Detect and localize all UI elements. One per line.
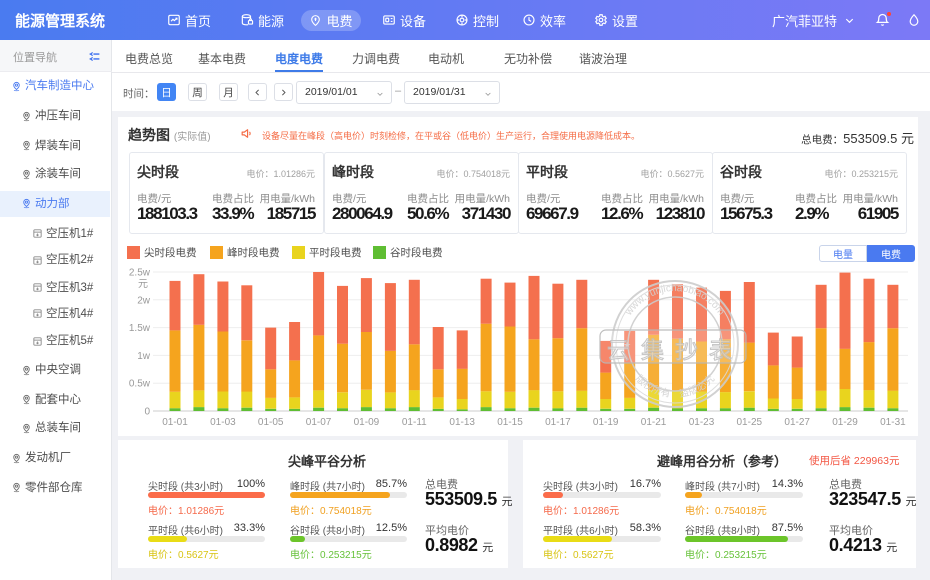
svg-text:01-23: 01-23: [689, 417, 715, 428]
svg-text:01-09: 01-09: [354, 417, 380, 428]
svg-text:1w: 1w: [137, 351, 151, 362]
svg-text:0.5w: 0.5w: [129, 379, 151, 390]
svg-text:01-15: 01-15: [497, 417, 523, 428]
svg-text:云集抄表: 云集抄表: [607, 337, 743, 363]
svg-text:01-11: 01-11: [402, 417, 427, 428]
svg-text:01-05: 01-05: [258, 417, 284, 428]
svg-text:0: 0: [144, 407, 150, 418]
svg-text:01-17: 01-17: [545, 417, 571, 428]
svg-text:元: 元: [138, 279, 148, 290]
svg-text:01-13: 01-13: [449, 417, 475, 428]
svg-text:01-07: 01-07: [306, 417, 332, 428]
svg-text:2.5w: 2.5w: [129, 268, 151, 279]
svg-text:01-21: 01-21: [641, 417, 667, 428]
svg-text:01-31: 01-31: [880, 417, 906, 428]
svg-text:01-19: 01-19: [593, 417, 619, 428]
svg-text:01-27: 01-27: [784, 417, 810, 428]
svg-text:01-03: 01-03: [210, 417, 236, 428]
svg-text:1.5w: 1.5w: [129, 323, 151, 334]
svg-text:01-01: 01-01: [162, 417, 188, 428]
svg-text:2w: 2w: [137, 295, 151, 306]
svg-text:01-25: 01-25: [737, 417, 763, 428]
svg-text:01-29: 01-29: [832, 417, 858, 428]
